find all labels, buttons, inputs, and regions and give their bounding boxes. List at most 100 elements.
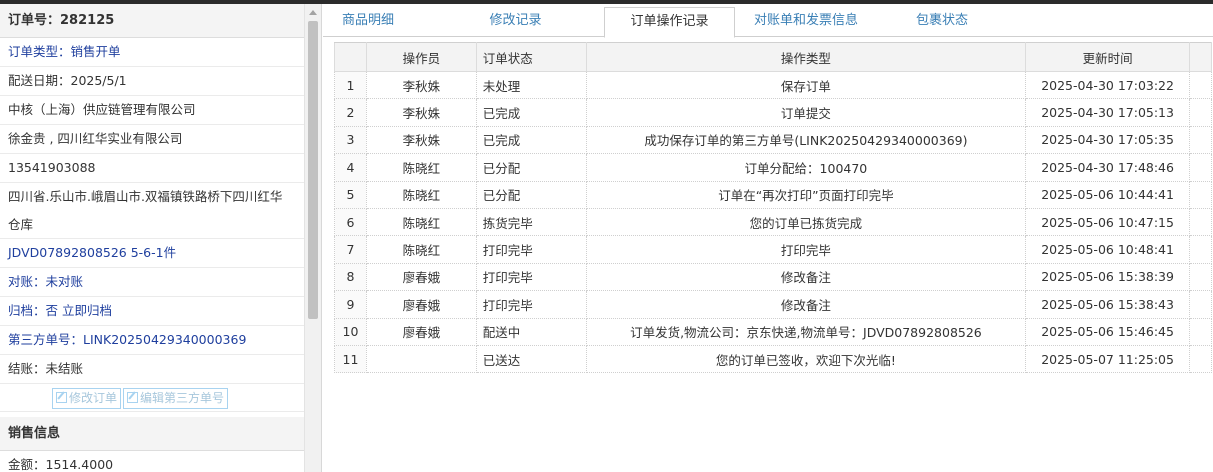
- table-row[interactable]: 11 已送达 您的订单已签收，欢迎下次光临! 2025-05-07 11:25:05: [334, 345, 1212, 374]
- row-index: 2: [334, 98, 367, 127]
- row-index: 3: [334, 126, 367, 155]
- tab-statement-invoice[interactable]: 对账单和发票信息: [743, 7, 869, 37]
- tab-order-operation-log[interactable]: 订单操作记录: [604, 7, 735, 38]
- col-header-action: 操作类型: [585, 42, 1027, 72]
- row-status: 已完成: [475, 98, 587, 127]
- tab-product-details[interactable]: 商品明细: [323, 7, 413, 37]
- third-party-number: 第三方单号：LINK20250429340000369: [0, 326, 304, 355]
- row-status: 未处理: [475, 71, 587, 100]
- row-operator: 陈晓红: [365, 181, 477, 209]
- row-operator: 李秋姝: [365, 126, 477, 155]
- edit-icon: [56, 392, 67, 403]
- col-header-operator: 操作员: [365, 42, 477, 72]
- row-status: 打印完毕: [475, 235, 587, 264]
- order-number-label: 订单号：: [8, 13, 61, 28]
- order-info-panel: 订单号：282125 订单类型：销售开单 配送日期：2025/5/1 中核（上海…: [0, 4, 322, 472]
- row-action: 您的订单已签收，欢迎下次光临!: [585, 345, 1027, 374]
- row-index: 7: [334, 235, 367, 264]
- row-action: 您的订单已拣货完成: [585, 208, 1027, 237]
- table-row[interactable]: 6 陈晓红 拣货完毕 您的订单已拣货完成 2025-05-06 10:47:15: [334, 208, 1212, 237]
- row-time: 2025-05-06 10:47:15: [1025, 208, 1190, 237]
- row-operator: 陈晓红: [365, 208, 477, 237]
- archive-label: 归档：: [8, 303, 46, 318]
- row-action: 订单分配给：100470: [585, 153, 1027, 182]
- row-time: 2025-05-06 15:38:43: [1025, 290, 1190, 319]
- row-time: 2025-04-30 17:48:46: [1025, 153, 1190, 182]
- settlement-status: 结账：未结账: [0, 355, 304, 384]
- edit-icon: [127, 392, 139, 403]
- table-row[interactable]: 2 李秋姝 已完成 订单提交 2025-04-30 17:05:13: [334, 98, 1212, 127]
- table-header-row: 操作员 订单状态 操作类型 更新时间: [334, 42, 1212, 72]
- tab-modify-log[interactable]: 修改记录: [458, 7, 573, 37]
- order-type: 订单类型：销售开单: [0, 38, 304, 67]
- row-operator: 陈晓红: [365, 235, 477, 264]
- row-action: 打印完毕: [585, 235, 1027, 264]
- row-operator: 廖春娥: [365, 290, 477, 319]
- scrollbar-thumb[interactable]: [308, 21, 318, 319]
- row-status: 打印完毕: [475, 263, 587, 292]
- row-status: 拣货完毕: [475, 208, 587, 237]
- row-time: 2025-05-06 10:44:41: [1025, 181, 1190, 209]
- row-time: 2025-05-06 10:48:41: [1025, 235, 1190, 264]
- table-row[interactable]: 10 廖春娥 配送中 订单发货,物流公司：京东快递,物流单号：JDVD07892808…: [334, 318, 1212, 346]
- tracking-number: JDVD07892808526 5-6-1件: [0, 239, 304, 268]
- row-time: 2025-05-06 15:38:39: [1025, 263, 1190, 292]
- edit-third-party-button[interactable]: 编辑第三方单号: [123, 388, 229, 409]
- order-number-value: 282125: [60, 13, 115, 28]
- col-header-spacer: [1189, 42, 1212, 72]
- row-index: 9: [334, 290, 367, 319]
- table-row[interactable]: 7 陈晓红 打印完毕 打印完毕 2025-05-06 10:48:41: [334, 235, 1212, 264]
- row-index: 11: [334, 345, 367, 374]
- row-index: 1: [334, 71, 367, 100]
- row-index: 5: [334, 181, 367, 209]
- row-status: 已分配: [475, 153, 587, 182]
- sales-info-header: 销售信息: [0, 417, 304, 451]
- row-status: 打印完毕: [475, 290, 587, 319]
- order-actions: 修改订单 编辑第三方单号: [0, 384, 304, 412]
- row-index: 6: [334, 208, 367, 237]
- table-row[interactable]: 4 陈晓红 已分配 订单分配给：100470 2025-04-30 17:48:46: [334, 153, 1212, 182]
- row-status: 已完成: [475, 126, 587, 155]
- table-row[interactable]: 3 李秋姝 已完成 成功保存订单的第三方单号(LINK2025042934000036…: [334, 126, 1212, 155]
- reconcile-status: 对账：未对账: [0, 268, 304, 297]
- sales-amount: 金额：1514.4000: [0, 451, 304, 472]
- row-action: 订单提交: [585, 98, 1027, 127]
- archive-status: 归档：否 立即归档: [0, 297, 304, 326]
- row-action: 订单在“再次打印”页面打印完毕: [585, 181, 1027, 209]
- row-time: 2025-04-30 17:03:22: [1025, 71, 1190, 100]
- edit-order-label: 修改订单: [69, 391, 118, 405]
- row-status: 配送中: [475, 318, 587, 346]
- edit-order-button[interactable]: 修改订单: [52, 388, 122, 409]
- row-action: 修改备注: [585, 263, 1027, 292]
- row-operator: 廖春娥: [365, 263, 477, 292]
- row-index: 8: [334, 263, 367, 292]
- row-action: 订单发货,物流公司：京东快递,物流单号：JDVD07892808526: [585, 318, 1027, 346]
- row-operator: 陈晓红: [365, 153, 477, 182]
- row-operator: 李秋姝: [365, 98, 477, 127]
- tab-package-status[interactable]: 包裹状态: [901, 7, 983, 37]
- order-detail-panel: 商品明细 修改记录 订单操作记录 对账单和发票信息 包裹状态 操作员 订单状态 …: [323, 4, 1213, 472]
- row-operator: 廖春娥: [365, 318, 477, 346]
- table-row[interactable]: 5 陈晓红 已分配 订单在“再次打印”页面打印完毕 2025-05-06 10:44:4…: [334, 181, 1212, 209]
- row-time: 2025-04-30 17:05:13: [1025, 98, 1190, 127]
- row-status: 已送达: [475, 345, 587, 374]
- row-index: 10: [334, 318, 367, 346]
- detail-tabs: 商品明细 修改记录 订单操作记录 对账单和发票信息 包裹状态: [323, 4, 1213, 38]
- scroll-up-arrow-icon[interactable]: [309, 10, 317, 15]
- row-time: 2025-04-30 17:05:35: [1025, 126, 1190, 155]
- customer-company: 中核（上海）供应链管理有限公司: [0, 96, 304, 125]
- row-action: 成功保存订单的第三方单号(LINK20250429340000369): [585, 126, 1027, 155]
- archive-now-link[interactable]: 立即归档: [62, 303, 112, 318]
- row-status: 已分配: [475, 181, 587, 209]
- operation-log-table: 操作员 订单状态 操作类型 更新时间 1 李秋姝 未处理 保存订单 2025-04-30…: [334, 42, 1212, 374]
- table-row[interactable]: 1 李秋姝 未处理 保存订单 2025-04-30 17:03:22: [334, 71, 1212, 100]
- table-row[interactable]: 9 廖春娥 打印完毕 修改备注 2025-05-06 15:38:43: [334, 290, 1212, 319]
- row-index: 4: [334, 153, 367, 182]
- archive-value: 否: [45, 303, 59, 318]
- col-header-status: 订单状态: [475, 42, 587, 72]
- delivery-address: 四川省.乐山市.峨眉山市.双福镇铁路桥下四川红华仓库: [0, 183, 304, 239]
- row-time: 2025-05-07 11:25:05: [1025, 345, 1190, 374]
- order-number-header: 订单号：282125: [0, 4, 304, 38]
- table-row[interactable]: 8 廖春娥 打印完毕 修改备注 2025-05-06 15:38:39: [334, 263, 1212, 292]
- left-panel-scrollbar[interactable]: [304, 4, 321, 472]
